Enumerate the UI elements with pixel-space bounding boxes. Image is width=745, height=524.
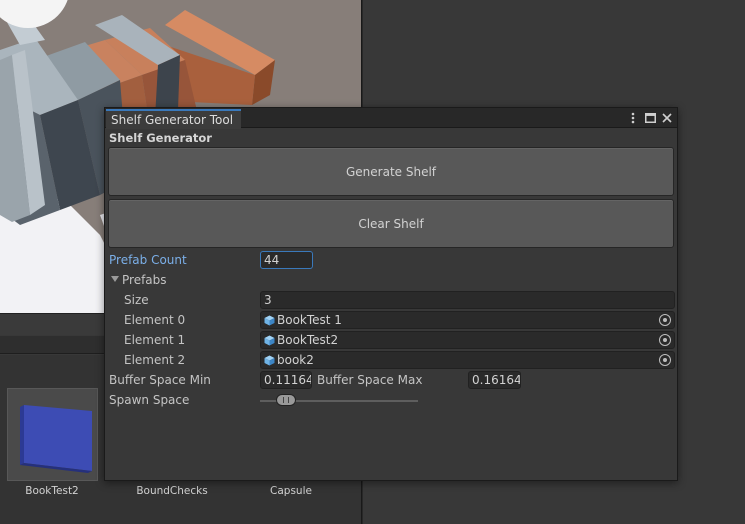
object-picker-icon[interactable] [659,354,671,366]
prefabs-size-row: Size 3 [105,290,677,310]
clear-shelf-button[interactable]: Clear Shelf [108,199,674,248]
element-value: book2 [277,353,314,367]
asset-label-2[interactable]: Capsule [241,485,341,497]
size-input[interactable]: 3 [260,291,675,309]
element-label: Element 2 [124,353,186,367]
element-label: Element 1 [124,333,186,347]
spawn-space-slider-thumb[interactable] [276,394,296,406]
element-value: BookTest2 [277,333,339,347]
tool-content: Shelf Generator Generate Shelf Clear She… [105,129,677,480]
asset-label-1[interactable]: BoundChecks [122,485,222,497]
spawn-space-row: Spawn Space [105,390,677,410]
prefab-cube-icon [264,315,275,326]
prefab-count-label: Prefab Count [109,253,187,267]
spawn-space-label: Spawn Space [109,393,190,407]
element-value: BookTest 1 [277,313,342,327]
buffer-max-input[interactable]: 0.16164: [468,371,521,389]
object-picker-icon[interactable] [659,334,671,346]
tool-heading: Shelf Generator [109,131,212,145]
prefabs-label[interactable]: Prefabs [122,273,167,287]
buffer-min-input[interactable]: 0.11164: [260,371,312,389]
element-row: Element 1 BookTest2 [105,330,677,350]
window-tab-bar: Shelf Generator Tool [105,108,677,129]
asset-label-0[interactable]: BookTest2 [2,485,102,497]
maximize-icon[interactable] [644,111,656,125]
element-row: Element 0 BookTest 1 [105,310,677,330]
buffer-min-label: Buffer Space Min [109,373,211,387]
prefabs-foldout[interactable]: Prefabs [105,270,677,290]
prefab-cube-icon [264,335,275,346]
buffer-space-row: Buffer Space Min 0.11164: Buffer Space M… [105,370,677,390]
buffer-max-label: Buffer Space Max [317,373,423,387]
window-controls [627,110,673,126]
kebab-menu-icon[interactable] [627,111,639,125]
prefab-count-input[interactable]: 44 [260,251,313,269]
element-object-field[interactable]: book2 [260,351,675,369]
asset-thumbnail-booktest2[interactable] [7,388,98,481]
element-object-field[interactable]: BookTest 1 [260,311,675,329]
prefab-count-row: Prefab Count 44 [105,250,677,270]
element-row: Element 2 book2 [105,350,677,370]
close-icon[interactable] [661,111,673,125]
object-picker-icon[interactable] [659,314,671,326]
shelf-generator-window: Shelf Generator Tool Shelf Generator Gen… [104,107,678,481]
generate-shelf-button[interactable]: Generate Shelf [108,147,674,196]
prefab-cube-icon [264,355,275,366]
element-object-field[interactable]: BookTest2 [260,331,675,349]
size-label: Size [124,293,149,307]
foldout-arrow-icon[interactable] [111,276,119,282]
element-label: Element 0 [124,313,186,327]
tab-shelf-generator-tool[interactable]: Shelf Generator Tool [106,109,241,129]
book-preview-icon [20,405,92,473]
